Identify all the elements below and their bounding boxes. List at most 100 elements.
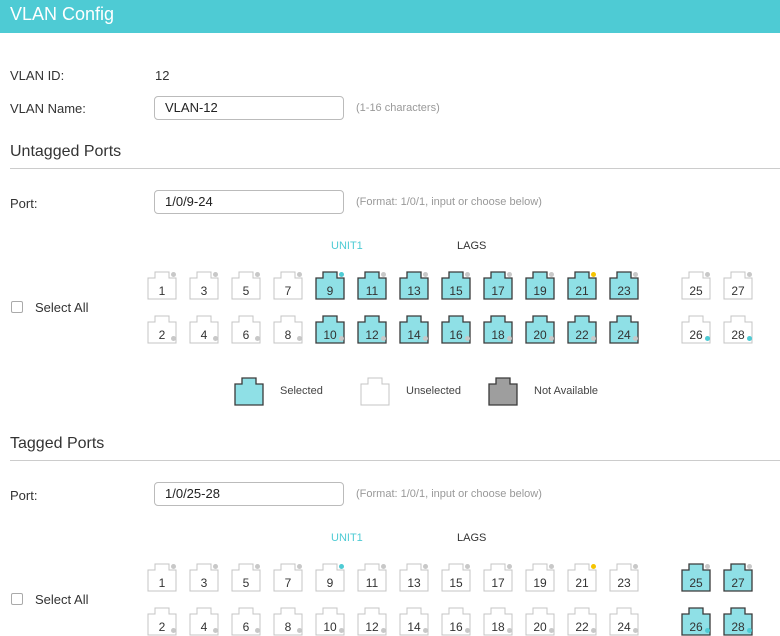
tagged-port-19[interactable]: 19: [525, 562, 555, 592]
port-status-dot: [297, 628, 302, 633]
port-number-label: 11: [365, 284, 379, 298]
tagged-port-2[interactable]: 2: [147, 606, 177, 636]
port-status-dot: [507, 564, 512, 569]
tagged-port-8[interactable]: 8: [273, 606, 303, 636]
tagged-port-15[interactable]: 15: [441, 562, 471, 592]
untagged-port-6[interactable]: 6: [231, 314, 261, 344]
untagged-port-8[interactable]: 8: [273, 314, 303, 344]
tagged-port-21[interactable]: 21: [567, 562, 597, 592]
port-number-label: 19: [533, 576, 547, 590]
untagged-ports-title: Untagged Ports: [10, 143, 122, 160]
untagged-port-16[interactable]: 16: [441, 314, 471, 344]
port-status-dot: [633, 564, 638, 569]
tagged-port-11[interactable]: 11: [357, 562, 387, 592]
port-status-dot: [549, 564, 554, 569]
untagged-port-21[interactable]: 21: [567, 270, 597, 300]
port-status-dot: [705, 564, 710, 569]
port-status-dot: [171, 272, 176, 277]
untagged-port-19[interactable]: 19: [525, 270, 555, 300]
port-number-label: 17: [491, 284, 505, 298]
untagged-port-13[interactable]: 13: [399, 270, 429, 300]
untagged-port-11[interactable]: 11: [357, 270, 387, 300]
untagged-port-26[interactable]: 26: [681, 314, 711, 344]
tagged-port-23[interactable]: 23: [609, 562, 639, 592]
untagged-port-1[interactable]: 1: [147, 270, 177, 300]
port-status-dot: [549, 628, 554, 633]
port-status-dot: [423, 628, 428, 633]
untagged-tab-lags[interactable]: LAGS: [457, 240, 486, 252]
tagged-tab-unit1[interactable]: UNIT1: [331, 532, 363, 544]
tagged-port-1[interactable]: 1: [147, 562, 177, 592]
tagged-port-26[interactable]: 26: [681, 606, 711, 636]
tagged-port-16[interactable]: 16: [441, 606, 471, 636]
port-number-label: 21: [575, 576, 589, 590]
port-number-label: 15: [449, 284, 463, 298]
vlan-id-label: VLAN ID:: [10, 68, 65, 83]
tagged-port-6[interactable]: 6: [231, 606, 261, 636]
untagged-select-all-checkbox[interactable]: [11, 301, 23, 313]
port-status-dot: [339, 628, 344, 633]
tagged-port-14[interactable]: 14: [399, 606, 429, 636]
tagged-port-7[interactable]: 7: [273, 562, 303, 592]
tagged-port-28[interactable]: 28: [723, 606, 753, 636]
tagged-select-all-checkbox[interactable]: [11, 593, 23, 605]
tagged-port-5[interactable]: 5: [231, 562, 261, 592]
untagged-port-22[interactable]: 22: [567, 314, 597, 344]
untagged-port-23[interactable]: 23: [609, 270, 639, 300]
untagged-port-18[interactable]: 18: [483, 314, 513, 344]
tagged-port-17[interactable]: 17: [483, 562, 513, 592]
legend-unselected-swatch: [360, 376, 390, 406]
port-status-dot: [213, 272, 218, 277]
tagged-port-18[interactable]: 18: [483, 606, 513, 636]
untagged-port-7[interactable]: 7: [273, 270, 303, 300]
tagged-tab-lags[interactable]: LAGS: [457, 532, 486, 544]
port-status-dot: [171, 628, 176, 633]
port-number-label: 27: [731, 284, 745, 298]
tagged-port-input[interactable]: 1/0/25-28: [154, 482, 344, 506]
port-status-dot: [213, 564, 218, 569]
tagged-port-label: Port:: [10, 488, 38, 503]
tagged-port-12[interactable]: 12: [357, 606, 387, 636]
untagged-port-27[interactable]: 27: [723, 270, 753, 300]
port-status-dot: [747, 564, 752, 569]
untagged-port-3[interactable]: 3: [189, 270, 219, 300]
port-status-dot: [591, 628, 596, 633]
port-status-dot: [507, 272, 512, 277]
port-number-label: 27: [731, 576, 745, 590]
untagged-port-input[interactable]: 1/0/9-24: [154, 190, 344, 214]
tagged-port-9[interactable]: 9: [315, 562, 345, 592]
port-number-label: 21: [575, 284, 589, 298]
untagged-port-28[interactable]: 28: [723, 314, 753, 344]
tagged-port-4[interactable]: 4: [189, 606, 219, 636]
legend-not-available-swatch: [488, 376, 518, 406]
untagged-port-14[interactable]: 14: [399, 314, 429, 344]
tagged-port-20[interactable]: 20: [525, 606, 555, 636]
untagged-port-24[interactable]: 24: [609, 314, 639, 344]
port-status-dot: [633, 336, 638, 341]
untagged-port-20[interactable]: 20: [525, 314, 555, 344]
port-status-dot: [633, 272, 638, 277]
port-status-dot: [381, 564, 386, 569]
tagged-port-27[interactable]: 27: [723, 562, 753, 592]
untagged-port-4[interactable]: 4: [189, 314, 219, 344]
untagged-port-25[interactable]: 25: [681, 270, 711, 300]
port-status-dot: [465, 336, 470, 341]
untagged-port-12[interactable]: 12: [357, 314, 387, 344]
tagged-port-3[interactable]: 3: [189, 562, 219, 592]
port-status-dot: [339, 272, 344, 277]
tagged-port-24[interactable]: 24: [609, 606, 639, 636]
tagged-port-13[interactable]: 13: [399, 562, 429, 592]
untagged-port-15[interactable]: 15: [441, 270, 471, 300]
tagged-divider: [10, 460, 780, 461]
untagged-port-17[interactable]: 17: [483, 270, 513, 300]
port-status-dot: [339, 564, 344, 569]
vlan-name-input[interactable]: VLAN-12: [154, 96, 344, 120]
untagged-tab-unit1[interactable]: UNIT1: [331, 240, 363, 252]
tagged-port-22[interactable]: 22: [567, 606, 597, 636]
untagged-port-10[interactable]: 10: [315, 314, 345, 344]
untagged-port-2[interactable]: 2: [147, 314, 177, 344]
tagged-port-10[interactable]: 10: [315, 606, 345, 636]
untagged-port-5[interactable]: 5: [231, 270, 261, 300]
tagged-port-25[interactable]: 25: [681, 562, 711, 592]
untagged-port-9[interactable]: 9: [315, 270, 345, 300]
